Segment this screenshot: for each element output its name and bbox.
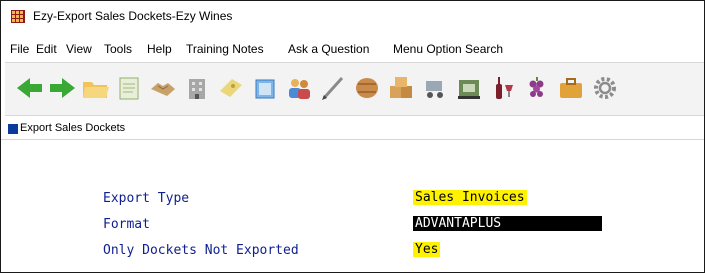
- only-dockets-not-exported-field[interactable]: Yes: [413, 242, 441, 257]
- barrel-icon[interactable]: [352, 73, 382, 103]
- export-type-label: Export Type: [103, 191, 190, 206]
- ticket-icon[interactable]: [216, 73, 246, 103]
- back-arrow-icon[interactable]: [15, 73, 45, 103]
- title-bar: Ezy-Export Sales Dockets-Ezy Wines: [1, 1, 704, 31]
- gear-icon[interactable]: [590, 73, 620, 103]
- menu-training-notes[interactable]: Training Notes: [186, 42, 264, 56]
- format-field[interactable]: ADVANTAPLUS: [413, 216, 602, 231]
- application-window: Ezy-Export Sales Dockets-Ezy Wines File …: [0, 0, 705, 273]
- document-stack-icon[interactable]: [250, 73, 280, 103]
- winery-icon[interactable]: [454, 73, 484, 103]
- export-type-field[interactable]: Sales Invoices: [413, 190, 527, 205]
- toolbar: [5, 62, 704, 116]
- menu-ask-a-question[interactable]: Ask a Question: [288, 42, 369, 56]
- folder-open-icon[interactable]: [80, 73, 110, 103]
- menu-help[interactable]: Help: [147, 42, 172, 56]
- harvester-icon[interactable]: [420, 73, 450, 103]
- menu-view[interactable]: View: [66, 42, 92, 56]
- menu-bar: File Edit View Tools Help Training Notes…: [1, 39, 704, 59]
- panel-title: Export Sales Dockets: [20, 122, 126, 134]
- panel-icon: [8, 124, 18, 134]
- forward-arrow-icon[interactable]: [47, 73, 77, 103]
- pen-icon[interactable]: [318, 73, 348, 103]
- window-title: Ezy-Export Sales Dockets-Ezy Wines: [33, 9, 233, 23]
- format-label: Format: [103, 217, 150, 232]
- notepad-icon[interactable]: [114, 73, 144, 103]
- only-dockets-not-exported-label: Only Dockets Not Exported: [103, 243, 299, 258]
- handshake-icon[interactable]: [148, 73, 178, 103]
- briefcase-icon[interactable]: [556, 73, 586, 103]
- menu-file[interactable]: File: [10, 42, 29, 56]
- grapes-icon[interactable]: [522, 73, 552, 103]
- app-icon: [11, 10, 25, 23]
- menu-edit[interactable]: Edit: [36, 42, 57, 56]
- menu-option-search[interactable]: Menu Option Search: [393, 42, 503, 56]
- menu-tools[interactable]: Tools: [104, 42, 132, 56]
- people-icon[interactable]: [284, 73, 314, 103]
- building-icon[interactable]: [182, 73, 212, 103]
- boxes-icon[interactable]: [386, 73, 416, 103]
- wine-bottles-icon[interactable]: [488, 73, 518, 103]
- panel-header: Export Sales Dockets: [1, 119, 704, 140]
